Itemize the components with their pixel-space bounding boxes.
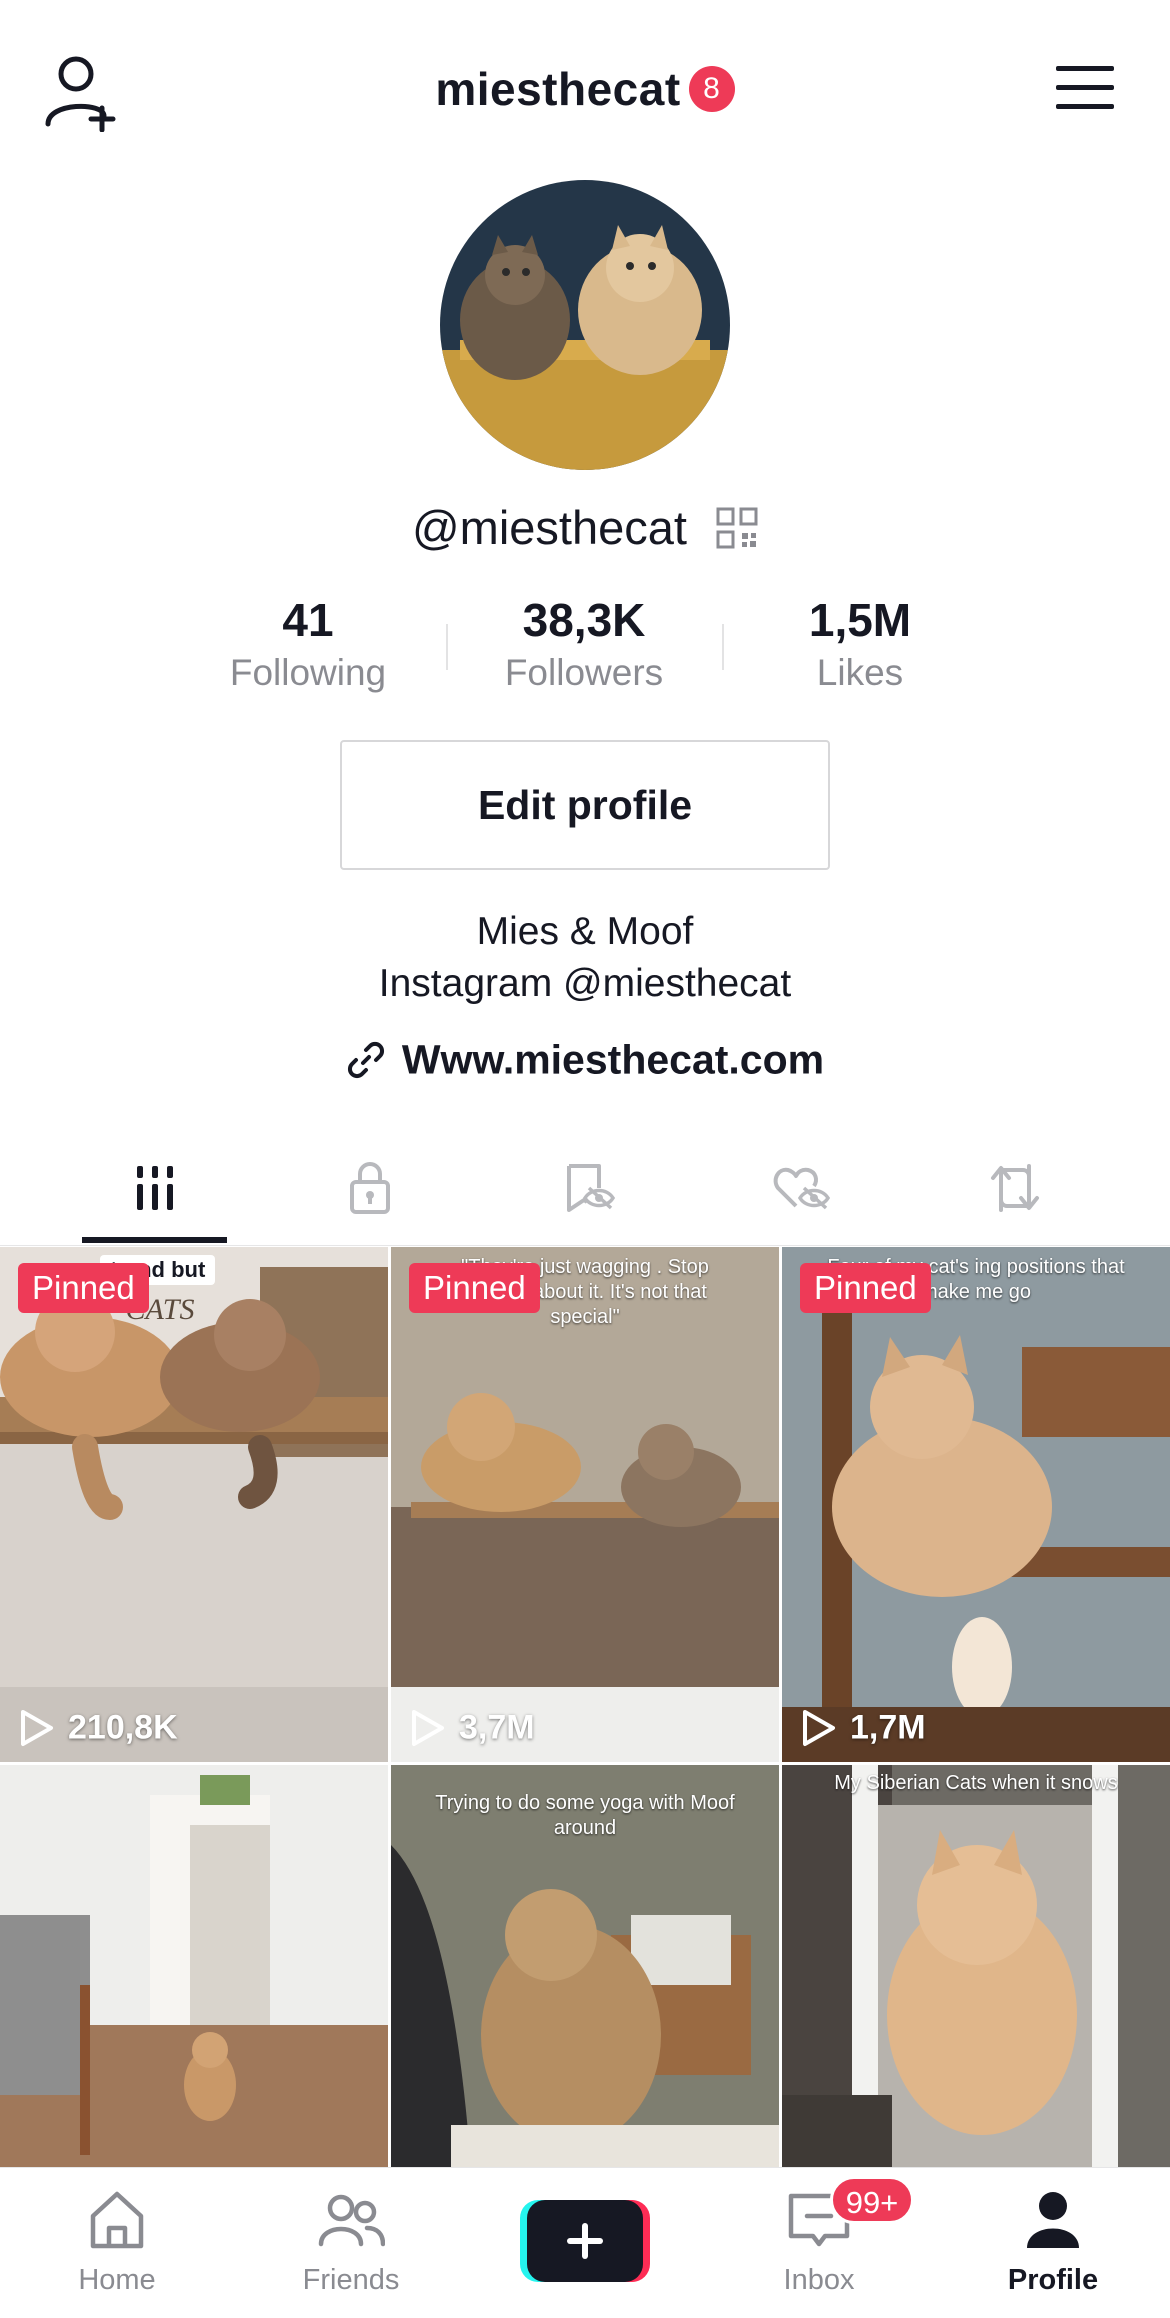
view-count: 3,7M	[409, 1707, 535, 1748]
avatar[interactable]	[440, 180, 730, 470]
link-icon	[347, 1042, 384, 1079]
tab-favorites[interactable]	[468, 1138, 702, 1246]
nav-friends[interactable]: Friends	[234, 2168, 468, 2318]
create-button[interactable]	[520, 2198, 650, 2284]
stat-value: 38,3K	[522, 594, 646, 646]
video-caption: My Siberian Cats when it snows	[834, 1772, 1118, 1794]
video-caption: Trying to do some yoga with Moof around	[435, 1792, 735, 1839]
top-bar: miesthecat 8	[0, 0, 1170, 180]
bio-line: Instagram @miesthecat	[378, 962, 792, 1005]
handle-row: @miesthecat	[0, 496, 1170, 555]
video-tile[interactable]: "They're just wagging . Stop posting abo…	[391, 1247, 779, 1762]
nav-label: Home	[78, 2264, 156, 2296]
menu-icon[interactable]	[1054, 62, 1116, 114]
stat-likes[interactable]: 1,5M Likes	[740, 592, 980, 698]
bookmark-hidden-icon	[567, 1164, 615, 1212]
profile-stats: 41 Following 38,3K Followers 1,5M Likes	[0, 592, 1170, 702]
top-username: miesthecat	[435, 62, 681, 115]
view-count: 1,7M	[800, 1707, 926, 1748]
tab-videos[interactable]	[38, 1138, 272, 1246]
pinned-badge: Pinned	[18, 1263, 149, 1313]
play-icon	[412, 1710, 444, 1746]
tab-reposts[interactable]	[898, 1138, 1132, 1246]
account-switcher[interactable]: miesthecat 8	[0, 58, 1170, 116]
video-tile[interactable]: Trying to do some yoga with Moof around	[391, 1765, 779, 2167]
play-icon	[21, 1710, 53, 1746]
lock-icon	[350, 1162, 390, 1214]
nav-label: Profile	[1007, 2264, 1099, 2296]
video-tile[interactable]: trend but CATS Pinned 210,8K	[0, 1247, 388, 1762]
view-count-text: 3,7M	[459, 1708, 535, 1747]
edit-profile-button[interactable]: Edit profile	[340, 740, 830, 870]
bio: Mies & Moof Instagram @miesthecat	[0, 906, 1170, 1010]
view-count-text: 1,7M	[850, 1708, 926, 1747]
video-thumbnail	[782, 1765, 1170, 2167]
profile-handle: @miesthecat	[411, 501, 687, 555]
stat-value: 1,5M	[808, 594, 912, 646]
stat-following[interactable]: 41 Following	[188, 592, 428, 698]
bottom-nav: Home Friends Inbox 99+ Profile	[0, 2167, 1170, 2318]
tab-private[interactable]	[253, 1138, 487, 1246]
bio-line: Mies & Moof	[476, 910, 694, 953]
video-tile[interactable]: My Siberian Cats when it snows	[782, 1765, 1170, 2167]
nav-home[interactable]: Home	[0, 2168, 234, 2318]
stat-label: Likes	[816, 652, 904, 693]
view-count-text: 210,8K	[68, 1708, 178, 1747]
nav-label: Friends	[302, 2264, 400, 2296]
inbox-badge: 99+	[830, 2176, 914, 2224]
video-thumbnail	[0, 1247, 388, 1762]
video-thumbnail	[0, 1765, 388, 2167]
nav-profile[interactable]: Profile	[936, 2168, 1170, 2318]
nav-label: Inbox	[783, 2264, 855, 2296]
tab-active-indicator	[82, 1237, 227, 1243]
website-link[interactable]: Www.miesthecat.com	[0, 1034, 1170, 1084]
pinned-badge: Pinned	[800, 1263, 931, 1313]
stat-label: Following	[229, 652, 387, 693]
video-grid: trend but CATS Pinned 210,8K "They're ju…	[0, 1247, 1170, 2167]
stat-value: 41	[282, 594, 334, 646]
repost-icon	[991, 1164, 1039, 1212]
qr-code-icon[interactable]	[716, 507, 758, 549]
view-count: 210,8K	[18, 1707, 178, 1748]
play-icon	[803, 1710, 835, 1746]
stat-divider	[722, 624, 724, 670]
profile-icon	[1027, 2192, 1079, 2248]
home-icon	[90, 2191, 144, 2249]
stat-followers[interactable]: 38,3K Followers	[464, 592, 704, 698]
tab-liked[interactable]	[683, 1138, 917, 1246]
website-text: Www.miesthecat.com	[401, 1036, 825, 1083]
friends-icon	[318, 2194, 385, 2247]
content-tabs	[0, 1138, 1170, 1246]
notification-badge: 8	[688, 65, 735, 112]
video-tile[interactable]	[0, 1765, 388, 2167]
pinned-badge: Pinned	[409, 1263, 540, 1313]
video-tile[interactable]: Four of my cat's ing positions that make…	[782, 1247, 1170, 1762]
liked-hidden-icon	[773, 1167, 830, 1210]
videos-grid-icon	[137, 1166, 173, 1210]
stat-label: Followers	[504, 652, 664, 693]
video-thumbnail	[782, 1247, 1170, 1762]
stat-divider	[446, 624, 448, 670]
